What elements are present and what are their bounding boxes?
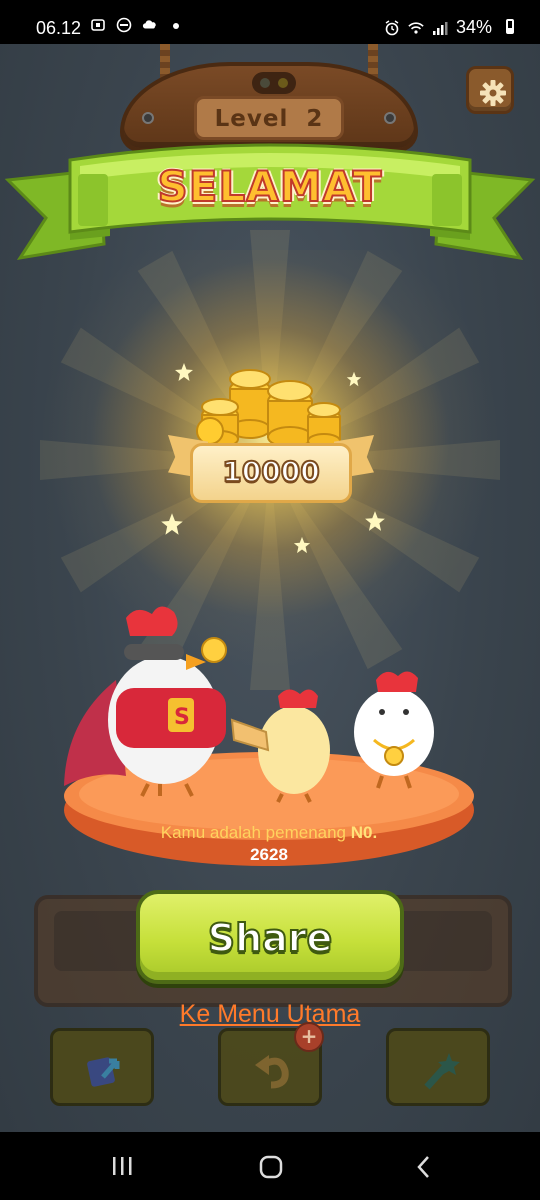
main-menu-link[interactable]: Ke Menu Utama (150, 1000, 390, 1029)
cloud-icon (142, 20, 156, 29)
battery-percent: 34% (455, 17, 492, 37)
system-nav-bar (0, 1132, 540, 1200)
winner-label: Kamu adalah pemenang (160, 823, 347, 842)
settings-button[interactable] (466, 66, 514, 114)
screenshot-icon (91, 19, 105, 31)
sign-lights (252, 72, 296, 94)
winner-no-label: N0. (350, 823, 378, 842)
back-icon[interactable] (414, 1154, 434, 1180)
wifi-icon (408, 21, 424, 34)
level-sign: Level 2 (120, 62, 418, 152)
alarm-icon (385, 19, 399, 35)
battery-icon (506, 19, 514, 34)
shuffle-button[interactable] (50, 1028, 154, 1106)
sparkle-star-icon (175, 363, 193, 381)
gear-icon (480, 80, 506, 106)
congrats-title: SELAMAT (157, 161, 383, 212)
dnd-icon (116, 17, 132, 33)
sparkle-star-icon (293, 536, 311, 554)
sparkle-star-icon (346, 371, 362, 387)
share-label: Share (207, 915, 334, 961)
status-time: 06.12 (36, 18, 82, 38)
undo-plus-badge[interactable]: + (294, 1022, 324, 1052)
reward-banner: 10000 (168, 425, 374, 509)
chicken-characters: S (64, 606, 434, 803)
undo-icon (255, 1055, 289, 1089)
winner-number: 2628 (250, 845, 288, 864)
level-plate: Level 2 (194, 96, 344, 140)
sparkle-star-icon (161, 513, 183, 535)
magic-button[interactable] (386, 1028, 490, 1106)
share-button[interactable]: Share (136, 890, 404, 984)
bolt-right (384, 112, 396, 124)
reward-amount: 10000 (221, 454, 320, 489)
winner-caption: Kamu adalah pemenang N0. 2628 (62, 822, 476, 866)
recent-apps-icon[interactable] (110, 1154, 134, 1178)
status-bar: 06.12 34% (0, 0, 540, 44)
sparkle-star-icon (365, 511, 385, 531)
level-label: Level 2 (214, 106, 324, 132)
dot-icon (173, 23, 179, 29)
magic-icon (424, 1053, 460, 1090)
bolt-left (142, 112, 154, 124)
game-screen: 06.12 34% Level 2 SELAMAT 10000 S Kamu a… (0, 0, 540, 1200)
svg-text:S: S (174, 705, 190, 730)
shuffle-icon (87, 1057, 120, 1087)
home-icon[interactable] (258, 1154, 284, 1180)
signal-icon (432, 21, 448, 35)
